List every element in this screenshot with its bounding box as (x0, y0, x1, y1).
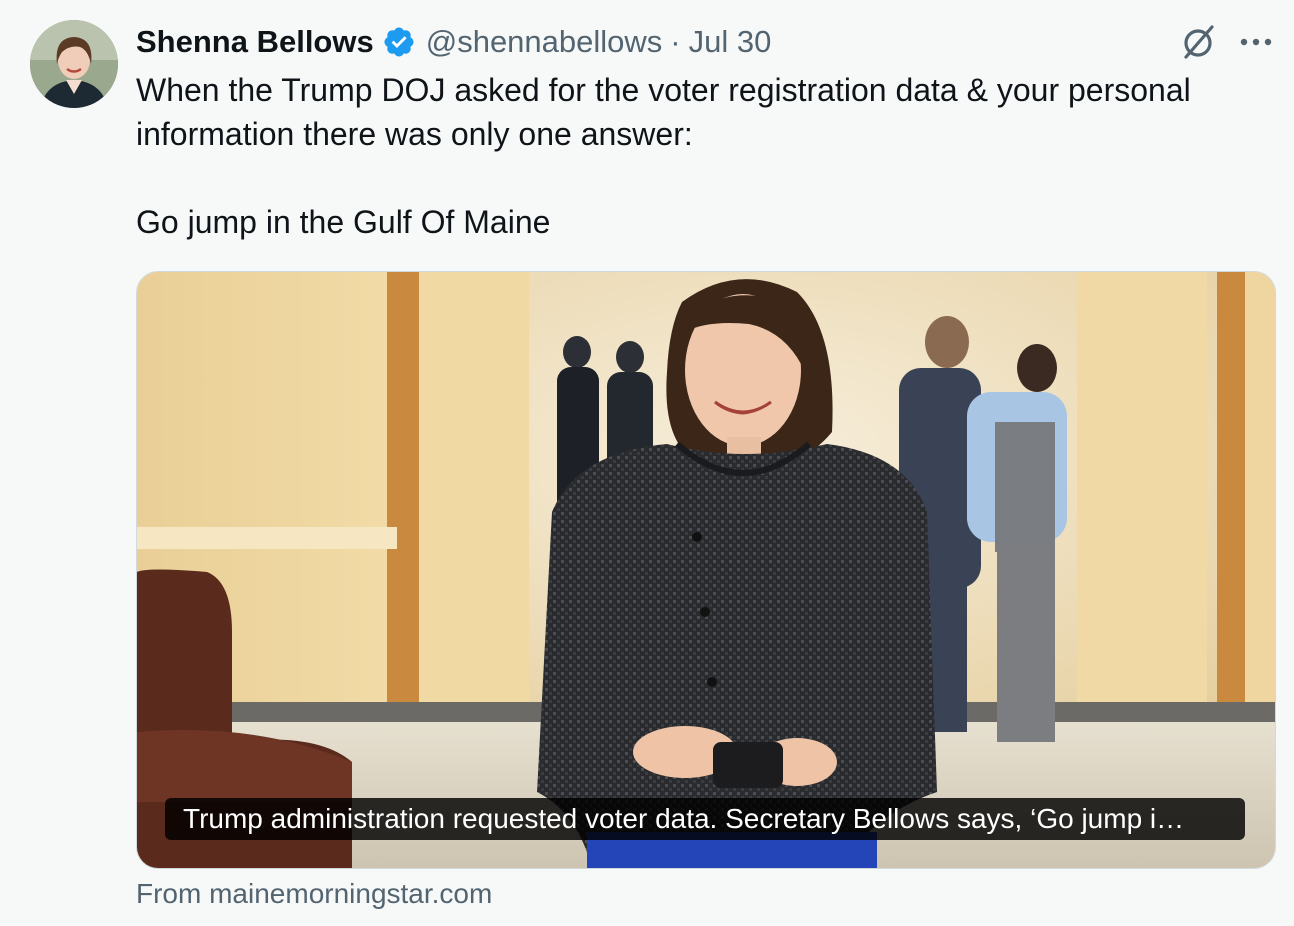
separator-dot: · (670, 24, 681, 59)
tweet[interactable]: Shenna Bellows @shennabellows · Jul 30 W… (0, 0, 1294, 926)
tweet-date[interactable]: Jul 30 (689, 24, 772, 60)
tweet-text-line-2: Go jump in the Gulf Of Maine (136, 204, 551, 240)
verified-badge-icon[interactable] (382, 25, 416, 59)
card-photo (137, 272, 1275, 868)
card-caption: Trump administration requested voter dat… (165, 798, 1245, 840)
more-icon[interactable] (1236, 26, 1276, 58)
author-avatar[interactable] (30, 20, 118, 108)
card-source[interactable]: From mainemorningstar.com (136, 876, 492, 912)
avatar-image (30, 20, 118, 108)
author-name[interactable]: Shenna Bellows (136, 24, 374, 60)
tweet-text: When the Trump DOJ asked for the voter r… (136, 68, 1276, 244)
grok-icon[interactable] (1178, 22, 1218, 62)
tweet-text-line-1: When the Trump DOJ asked for the voter r… (136, 72, 1191, 152)
link-card[interactable]: Trump administration requested voter dat… (136, 271, 1276, 869)
author-handle[interactable]: @shennabellows (426, 24, 663, 60)
tweet-header: Shenna Bellows @shennabellows · Jul 30 (136, 22, 771, 62)
